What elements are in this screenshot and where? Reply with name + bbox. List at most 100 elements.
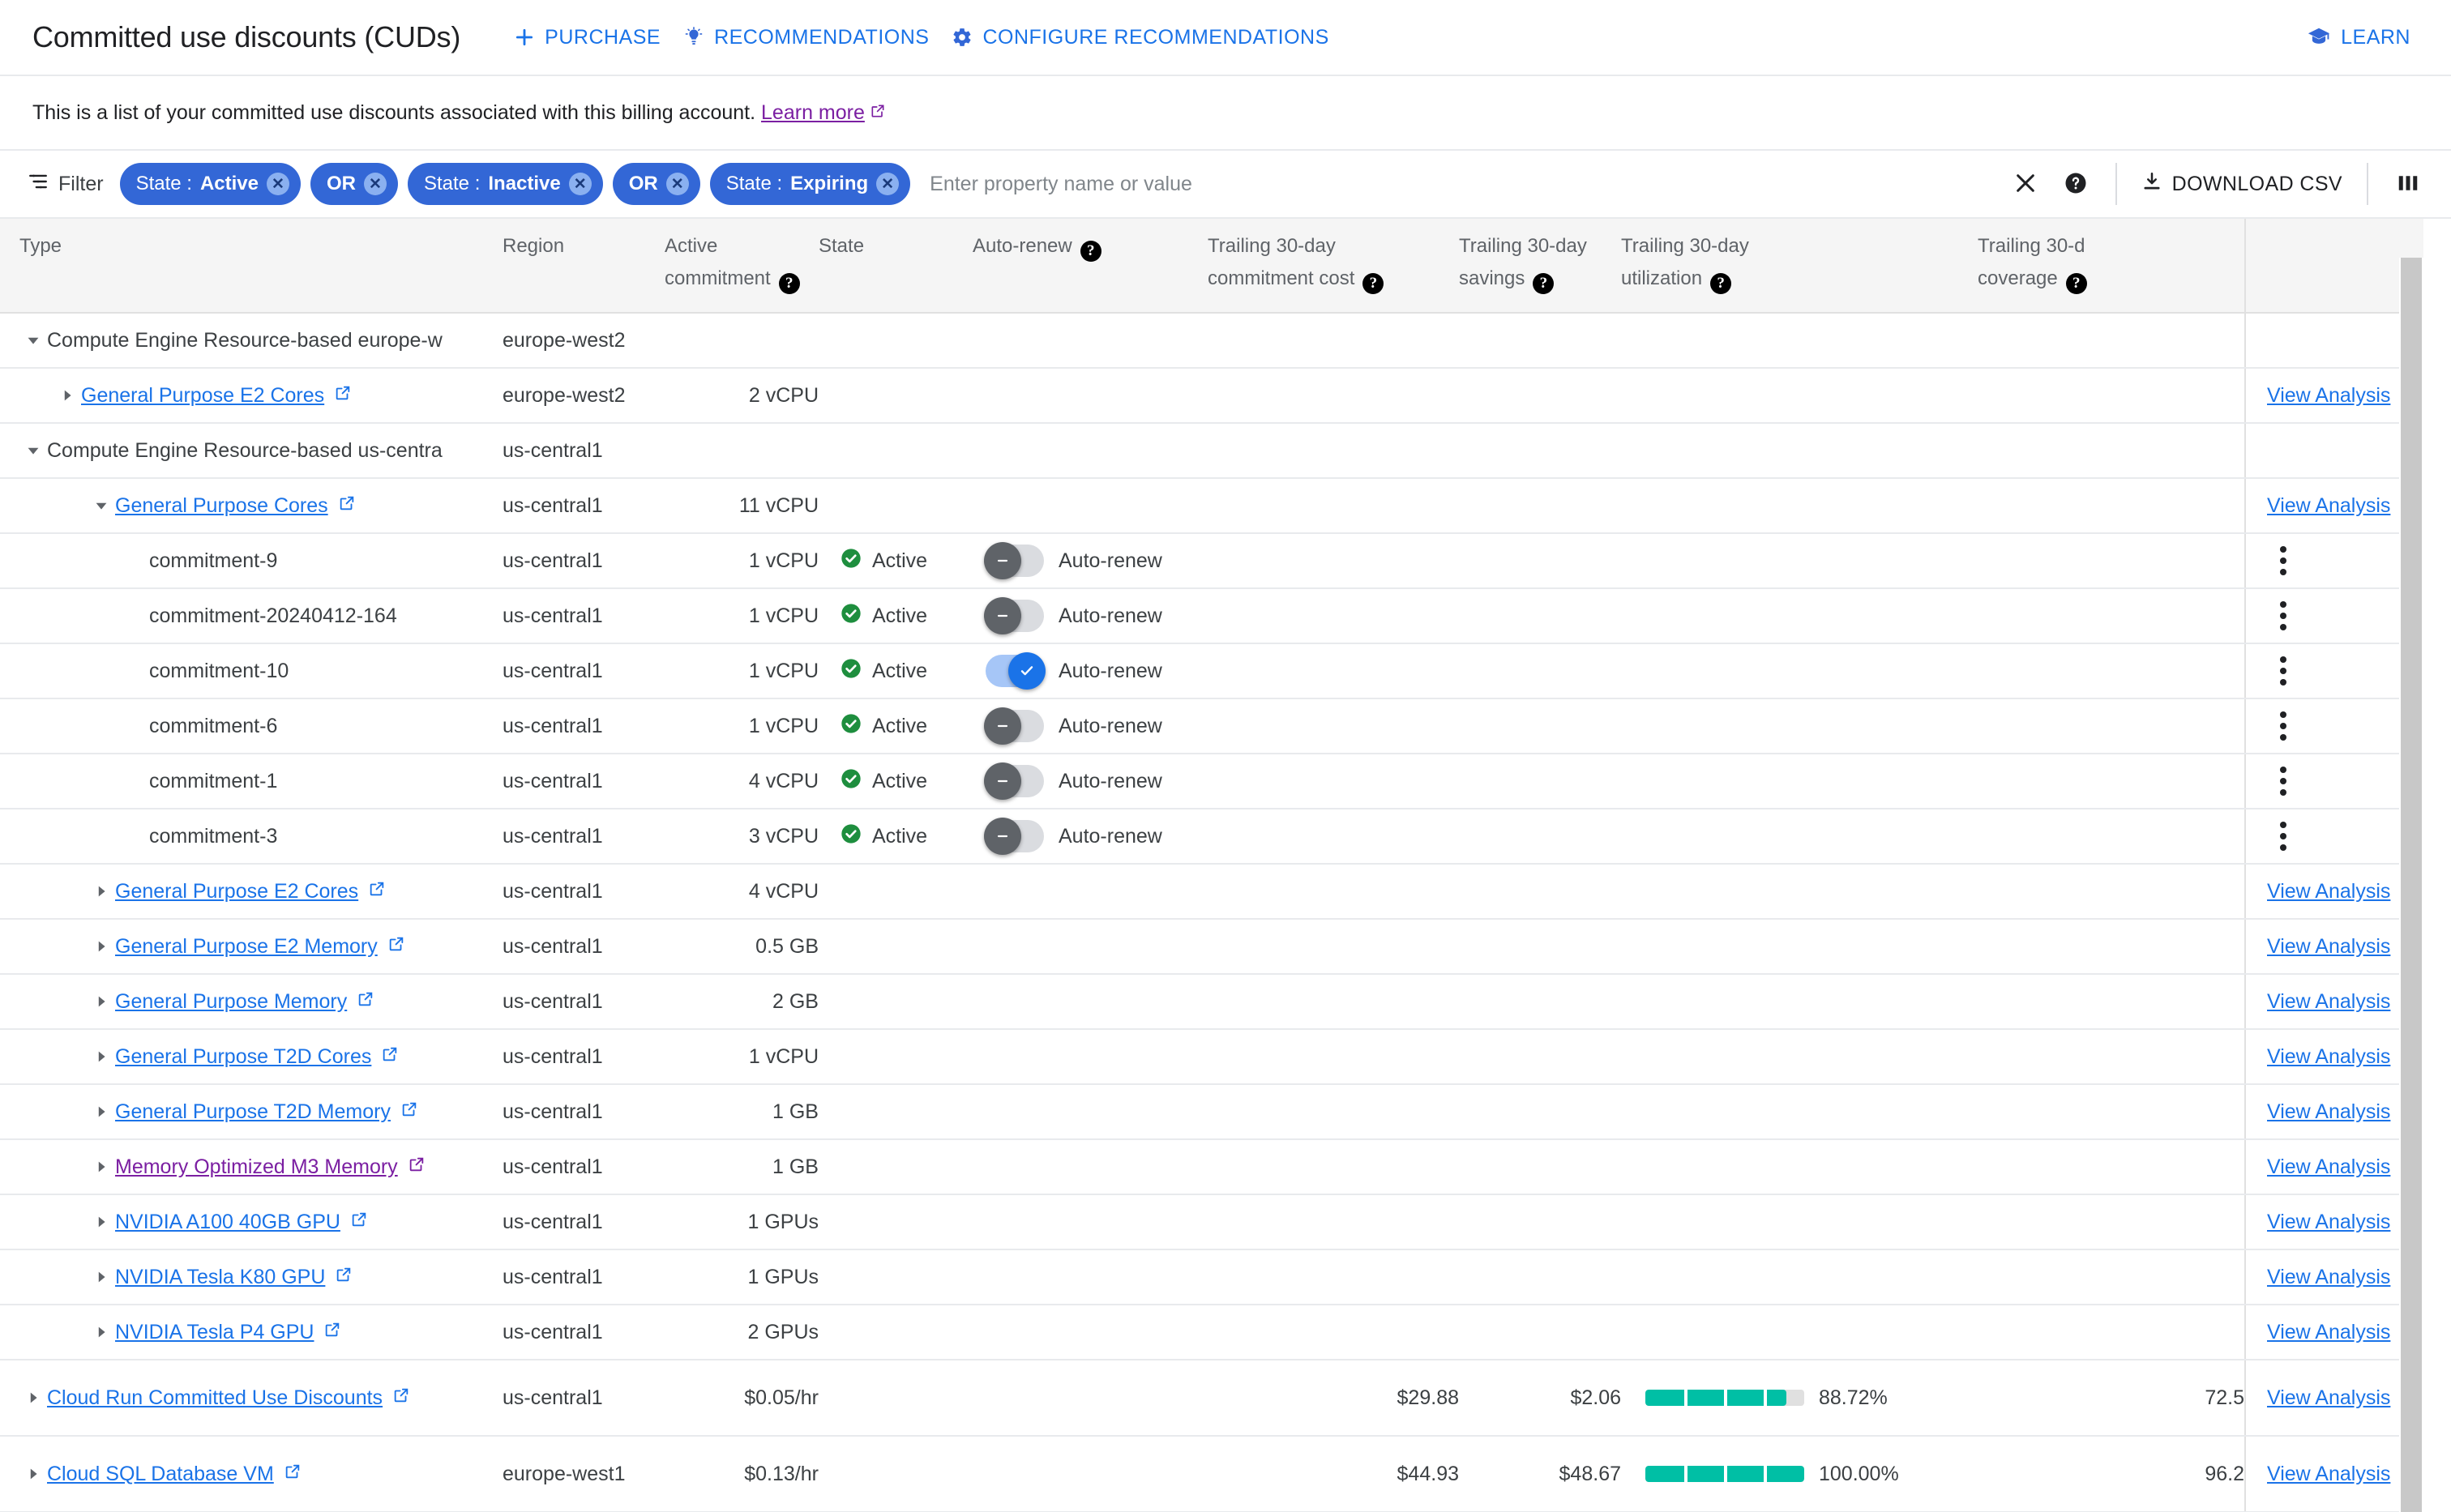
view-analysis-link[interactable]: View Analysis: [2267, 494, 2390, 518]
table-row[interactable]: General Purpose Memory us-central1 2 GB Vie…: [0, 974, 2423, 1030]
column-display-options-button[interactable]: [2383, 159, 2433, 209]
table-row[interactable]: General Purpose E2 Memory us-central1 0.5 …: [0, 919, 2423, 975]
expand-collapse-caret-icon[interactable]: [88, 1213, 115, 1231]
help-icon[interactable]: ?: [1533, 273, 1555, 294]
table-row[interactable]: Cloud Run Committed Use Discounts us-cent…: [0, 1360, 2423, 1437]
chip-remove-icon[interactable]: ✕: [568, 173, 592, 195]
table-row[interactable]: General Purpose Cores us-central1 11 vCPU V…: [0, 478, 2423, 534]
table-row[interactable]: Compute Engine Resource-based us-centra u…: [0, 423, 2423, 479]
expand-collapse-caret-icon[interactable]: [19, 442, 47, 459]
filter-chip-state-active[interactable]: State : Active ✕: [119, 163, 301, 205]
expand-collapse-caret-icon[interactable]: [88, 993, 115, 1010]
row-overflow-menu-button[interactable]: [2267, 601, 2299, 630]
expand-collapse-caret-icon[interactable]: [88, 1048, 115, 1066]
expand-collapse-caret-icon[interactable]: [19, 1389, 47, 1407]
column-header-savings[interactable]: Trailing 30-day savings?: [1459, 219, 1621, 314]
column-header-utilization[interactable]: Trailing 30-day utilization?: [1621, 219, 1978, 314]
view-analysis-link[interactable]: View Analysis: [2267, 1321, 2390, 1344]
view-analysis-link[interactable]: View Analysis: [2267, 1155, 2390, 1179]
view-analysis-link[interactable]: View Analysis: [2267, 1386, 2390, 1410]
resource-link[interactable]: General Purpose E2 Cores: [115, 880, 386, 903]
scrollbar-thumb[interactable]: [2401, 258, 2422, 1512]
view-analysis-link[interactable]: View Analysis: [2267, 1266, 2390, 1289]
resource-link[interactable]: General Purpose Cores: [115, 494, 356, 518]
view-analysis-link[interactable]: View Analysis: [2267, 1100, 2390, 1124]
column-header-auto-renew[interactable]: Auto-renew?: [973, 219, 1208, 314]
resource-link[interactable]: Cloud SQL Database VM: [47, 1463, 302, 1486]
expand-collapse-caret-icon[interactable]: [88, 882, 115, 900]
expand-collapse-caret-icon[interactable]: [19, 331, 47, 349]
expand-collapse-caret-icon[interactable]: [88, 1103, 115, 1121]
help-icon[interactable]: ?: [1362, 273, 1384, 294]
table-row[interactable]: commitment-1 us-central1 4 vCPU Active Auto-…: [0, 754, 2423, 809]
table-row[interactable]: commitment-20240412-164 us-central1 1 vCPU…: [0, 588, 2423, 644]
table-row[interactable]: commitment-9 us-central1 1 vCPU Active Auto-…: [0, 533, 2423, 589]
learn-more-link[interactable]: Learn more: [761, 101, 886, 125]
help-icon[interactable]: ?: [2065, 273, 2087, 294]
table-row[interactable]: Cloud SQL Database VM europe-west1 $0.13/h…: [0, 1436, 2423, 1512]
column-header-region[interactable]: Region: [503, 219, 665, 314]
resource-link[interactable]: General Purpose Memory: [115, 990, 374, 1014]
chip-remove-icon[interactable]: ✕: [665, 173, 689, 195]
resource-link[interactable]: Cloud Run Committed Use Discounts: [47, 1386, 410, 1410]
filter-help-button[interactable]: [2051, 159, 2101, 209]
table-row[interactable]: commitment-10 us-central1 1 vCPU Active Auto…: [0, 643, 2423, 699]
view-analysis-link[interactable]: View Analysis: [2267, 1463, 2390, 1486]
filter-chip-operator-or-1[interactable]: OR ✕: [310, 163, 398, 205]
clear-filter-button[interactable]: [2000, 159, 2051, 209]
resource-link[interactable]: General Purpose E2 Memory: [115, 935, 405, 959]
filter-button[interactable]: Filter: [28, 171, 104, 198]
expand-collapse-caret-icon[interactable]: [88, 497, 115, 515]
help-icon[interactable]: ?: [1080, 241, 1101, 262]
view-analysis-link[interactable]: View Analysis: [2267, 935, 2390, 959]
column-header-active-commitment[interactable]: Active commitment?: [665, 219, 819, 314]
resource-link[interactable]: Memory Optimized M3 Memory: [115, 1155, 426, 1179]
row-overflow-menu-button[interactable]: [2267, 767, 2299, 796]
chip-remove-icon[interactable]: ✕: [363, 173, 387, 195]
table-row[interactable]: General Purpose E2 Cores us-central1 4 vCP…: [0, 864, 2423, 920]
auto-renew-toggle[interactable]: [984, 762, 1044, 800]
auto-renew-toggle[interactable]: [984, 707, 1044, 745]
table-row[interactable]: Compute Engine Resource-based europe-w eu…: [0, 313, 2423, 369]
auto-renew-toggle[interactable]: [986, 652, 1046, 690]
chip-remove-icon[interactable]: ✕: [266, 173, 289, 195]
table-row[interactable]: General Purpose E2 Cores europe-west2 2 vC…: [0, 368, 2423, 424]
expand-collapse-caret-icon[interactable]: [88, 1158, 115, 1176]
table-row[interactable]: General Purpose T2D Cores us-central1 1 vC…: [0, 1029, 2423, 1085]
resource-link[interactable]: General Purpose T2D Memory: [115, 1100, 418, 1124]
auto-renew-toggle[interactable]: [984, 597, 1044, 634]
table-row[interactable]: General Purpose T2D Memory us-central1 1 G…: [0, 1084, 2423, 1140]
auto-renew-toggle[interactable]: [984, 542, 1044, 579]
resource-link[interactable]: NVIDIA Tesla K80 GPU: [115, 1266, 353, 1289]
purchase-button[interactable]: PURCHASE: [503, 18, 672, 58]
help-icon[interactable]: ?: [1710, 273, 1732, 294]
expand-collapse-caret-icon[interactable]: [88, 1268, 115, 1286]
view-analysis-link[interactable]: View Analysis: [2267, 384, 2390, 408]
table-row[interactable]: Memory Optimized M3 Memory us-central1 1 G…: [0, 1139, 2423, 1195]
table-row[interactable]: commitment-6 us-central1 1 vCPU Active Auto-…: [0, 698, 2423, 754]
view-analysis-link[interactable]: View Analysis: [2267, 1045, 2390, 1069]
column-header-state[interactable]: State: [819, 219, 973, 314]
vertical-scrollbar[interactable]: [2399, 258, 2423, 1512]
table-row[interactable]: NVIDIA A100 40GB GPU us-central1 1 GPUs Vie…: [0, 1194, 2423, 1250]
learn-button[interactable]: LEARN: [2295, 17, 2422, 58]
resource-link[interactable]: NVIDIA Tesla P4 GPU: [115, 1321, 341, 1344]
row-overflow-menu-button[interactable]: [2267, 711, 2299, 741]
filter-chip-operator-or-2[interactable]: OR ✕: [612, 163, 700, 205]
view-analysis-link[interactable]: View Analysis: [2267, 990, 2390, 1014]
table-row[interactable]: NVIDIA Tesla K80 GPU us-central1 1 GPUs Vie…: [0, 1249, 2423, 1305]
expand-collapse-caret-icon[interactable]: [88, 1323, 115, 1341]
download-csv-button[interactable]: DOWNLOAD CSV: [2132, 164, 2352, 204]
chip-remove-icon[interactable]: ✕: [876, 173, 900, 195]
filter-input[interactable]: [930, 172, 2000, 196]
configure-recommendations-button[interactable]: CONFIGURE RECOMMENDATIONS: [940, 18, 1340, 58]
help-icon[interactable]: ?: [778, 273, 800, 294]
column-header-type[interactable]: Type: [0, 219, 503, 314]
column-header-commitment-cost[interactable]: Trailing 30-day commitment cost?: [1208, 219, 1459, 314]
row-overflow-menu-button[interactable]: [2267, 546, 2299, 575]
resource-link[interactable]: NVIDIA A100 40GB GPU: [115, 1211, 368, 1234]
column-header-coverage[interactable]: Trailing 30-d coverage?: [1978, 219, 2245, 314]
view-analysis-link[interactable]: View Analysis: [2267, 880, 2390, 903]
filter-chip-state-inactive[interactable]: State : Inactive ✕: [407, 163, 603, 205]
resource-link[interactable]: General Purpose E2 Cores: [81, 384, 352, 408]
